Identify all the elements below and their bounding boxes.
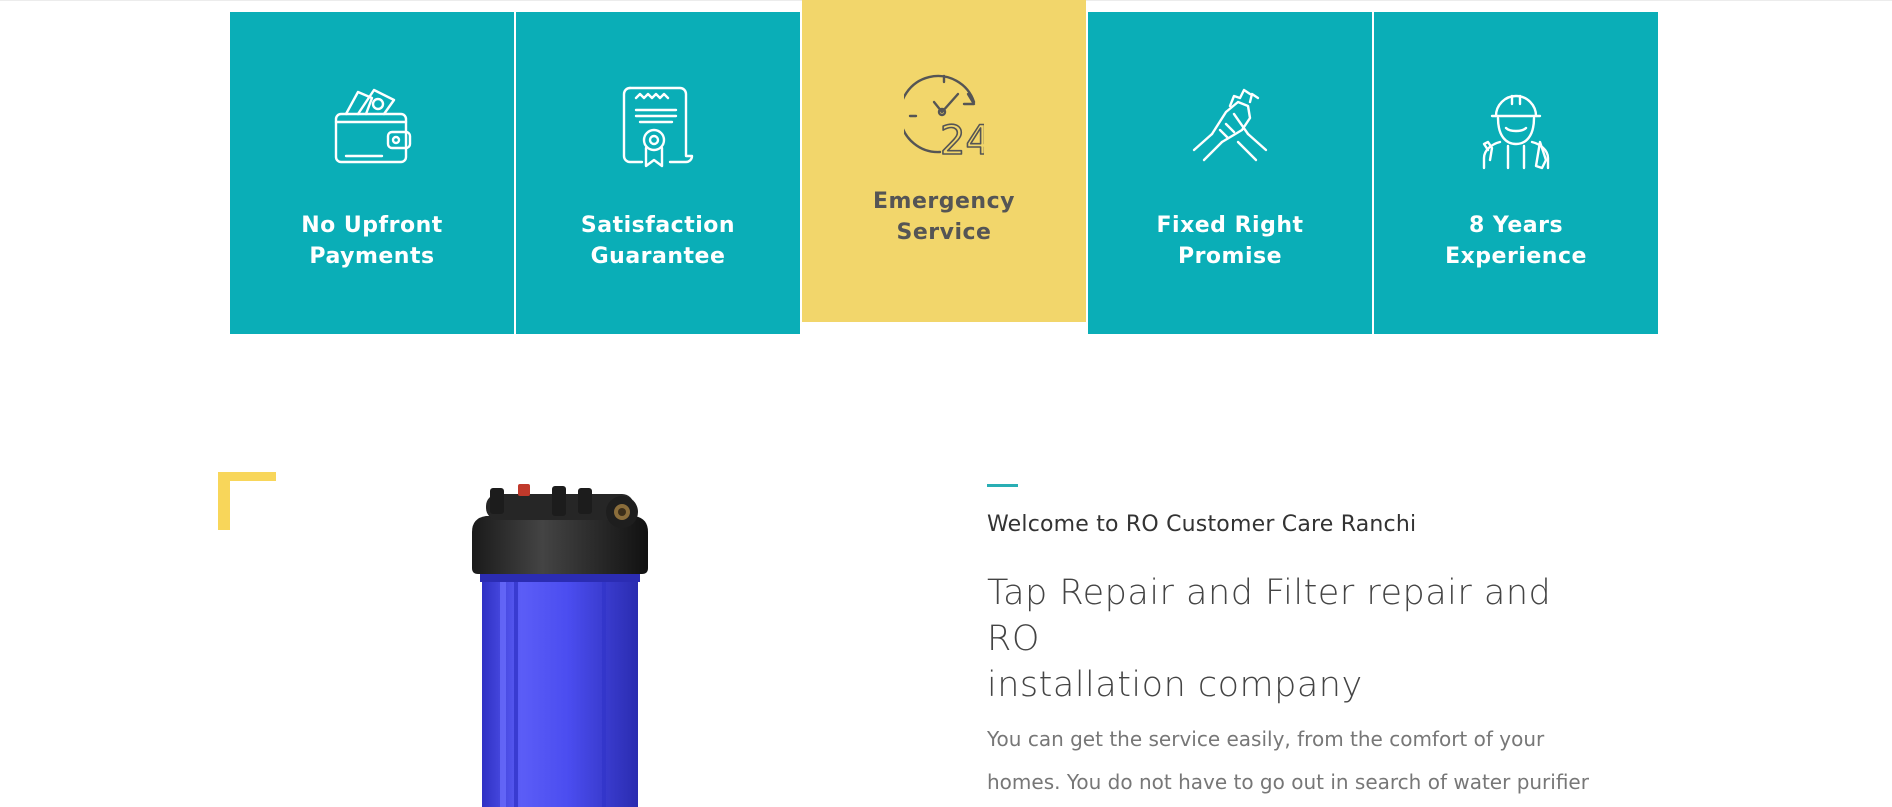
feature-tile-8-years-experience[interactable]: 8 Years Experience: [1374, 12, 1658, 334]
feature-label: Fixed Right Promise: [1156, 213, 1304, 269]
section-accent-line: [987, 484, 1018, 487]
section-eyebrow: Welcome to RO Customer Care Ranchi: [987, 512, 1417, 537]
section-paragraph: You can get the service easily, from the…: [987, 727, 1589, 794]
feature-label: Satisfaction Guarantee: [580, 213, 736, 269]
technician-icon: [1476, 84, 1556, 170]
24-hour-clock-icon: 24: [904, 72, 984, 158]
feature-tile-no-upfront-payments[interactable]: No Upfront Payments: [230, 12, 514, 334]
feature-tile-emergency-service[interactable]: 24 Emergency Service: [802, 0, 1086, 322]
certificate-icon: [618, 84, 698, 170]
section-headline: Tap Repair and Filter repair and RO insta…: [987, 573, 1552, 705]
feature-tile-satisfaction-guarantee[interactable]: Satisfaction Guarantee: [516, 12, 800, 334]
svg-text:24: 24: [940, 118, 984, 158]
feature-label: No Upfront Payments: [301, 213, 443, 269]
wallet-icon: [332, 84, 412, 170]
water-filter-product-image: [470, 482, 650, 807]
handshake-icon: [1190, 84, 1270, 170]
feature-label: Emergency Service: [873, 189, 1015, 245]
feature-tile-fixed-right-promise[interactable]: Fixed Right Promise: [1088, 12, 1372, 334]
feature-label: 8 Years Experience: [1445, 213, 1587, 269]
decorative-corner-bracket: [218, 472, 276, 530]
